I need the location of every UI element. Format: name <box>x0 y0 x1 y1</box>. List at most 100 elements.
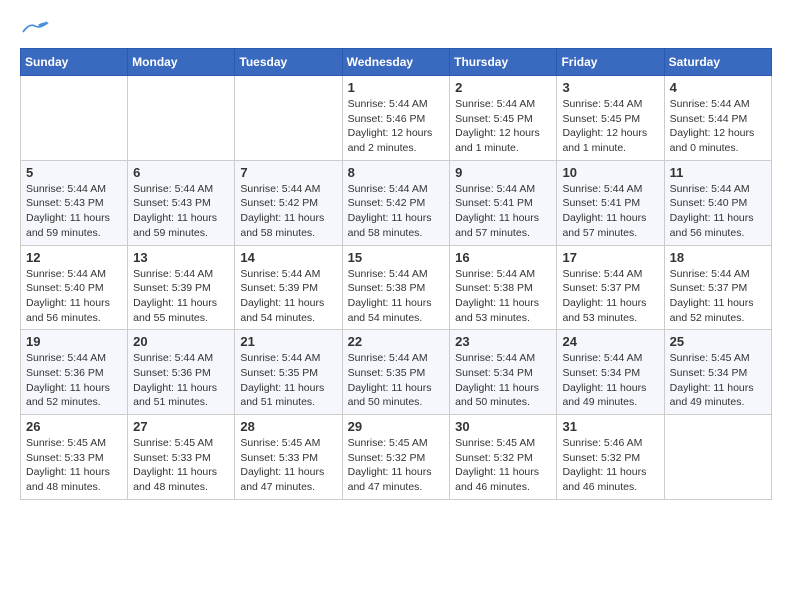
day-number: 13 <box>133 250 229 265</box>
page-header <box>20 20 772 38</box>
day-number: 16 <box>455 250 551 265</box>
calendar-cell: 19 Sunrise: 5:44 AM Sunset: 5:36 PM Dayli… <box>21 330 128 415</box>
calendar-cell: 5 Sunrise: 5:44 AM Sunset: 5:43 PM Daylig… <box>21 160 128 245</box>
calendar-cell: 1 Sunrise: 5:44 AM Sunset: 5:46 PM Daylig… <box>342 76 450 161</box>
calendar-cell: 25 Sunrise: 5:45 AM Sunset: 5:34 PM Dayli… <box>664 330 771 415</box>
day-info: Sunrise: 5:45 AM Sunset: 5:32 PM Dayligh… <box>455 436 551 495</box>
day-number: 6 <box>133 165 229 180</box>
day-info: Sunrise: 5:44 AM Sunset: 5:39 PM Dayligh… <box>240 267 336 326</box>
calendar-cell: 31 Sunrise: 5:46 AM Sunset: 5:32 PM Dayli… <box>557 415 664 500</box>
day-number: 10 <box>562 165 658 180</box>
day-info: Sunrise: 5:44 AM Sunset: 5:45 PM Dayligh… <box>455 97 551 156</box>
calendar-cell: 7 Sunrise: 5:44 AM Sunset: 5:42 PM Daylig… <box>235 160 342 245</box>
day-number: 11 <box>670 165 766 180</box>
day-number: 22 <box>348 334 445 349</box>
day-number: 1 <box>348 80 445 95</box>
weekday-header-thursday: Thursday <box>450 49 557 76</box>
day-info: Sunrise: 5:44 AM Sunset: 5:35 PM Dayligh… <box>240 351 336 410</box>
day-info: Sunrise: 5:44 AM Sunset: 5:43 PM Dayligh… <box>26 182 122 241</box>
day-info: Sunrise: 5:44 AM Sunset: 5:41 PM Dayligh… <box>562 182 658 241</box>
calendar-cell: 24 Sunrise: 5:44 AM Sunset: 5:34 PM Dayli… <box>557 330 664 415</box>
day-number: 30 <box>455 419 551 434</box>
day-info: Sunrise: 5:44 AM Sunset: 5:46 PM Dayligh… <box>348 97 445 156</box>
day-number: 12 <box>26 250 122 265</box>
calendar-cell: 15 Sunrise: 5:44 AM Sunset: 5:38 PM Dayli… <box>342 245 450 330</box>
day-info: Sunrise: 5:45 AM Sunset: 5:33 PM Dayligh… <box>26 436 122 495</box>
day-info: Sunrise: 5:44 AM Sunset: 5:34 PM Dayligh… <box>562 351 658 410</box>
weekday-header-monday: Monday <box>128 49 235 76</box>
day-info: Sunrise: 5:45 AM Sunset: 5:34 PM Dayligh… <box>670 351 766 410</box>
day-info: Sunrise: 5:44 AM Sunset: 5:35 PM Dayligh… <box>348 351 445 410</box>
calendar-cell: 10 Sunrise: 5:44 AM Sunset: 5:41 PM Dayli… <box>557 160 664 245</box>
day-number: 31 <box>562 419 658 434</box>
calendar-cell: 3 Sunrise: 5:44 AM Sunset: 5:45 PM Daylig… <box>557 76 664 161</box>
calendar-cell: 6 Sunrise: 5:44 AM Sunset: 5:43 PM Daylig… <box>128 160 235 245</box>
day-number: 15 <box>348 250 445 265</box>
day-number: 7 <box>240 165 336 180</box>
calendar-cell: 21 Sunrise: 5:44 AM Sunset: 5:35 PM Dayli… <box>235 330 342 415</box>
day-number: 14 <box>240 250 336 265</box>
calendar-cell <box>664 415 771 500</box>
day-number: 28 <box>240 419 336 434</box>
calendar-cell: 16 Sunrise: 5:44 AM Sunset: 5:38 PM Dayli… <box>450 245 557 330</box>
calendar-cell: 8 Sunrise: 5:44 AM Sunset: 5:42 PM Daylig… <box>342 160 450 245</box>
calendar-cell <box>235 76 342 161</box>
weekday-header-saturday: Saturday <box>664 49 771 76</box>
calendar-cell: 17 Sunrise: 5:44 AM Sunset: 5:37 PM Dayli… <box>557 245 664 330</box>
day-number: 20 <box>133 334 229 349</box>
day-number: 25 <box>670 334 766 349</box>
calendar-cell <box>128 76 235 161</box>
day-info: Sunrise: 5:46 AM Sunset: 5:32 PM Dayligh… <box>562 436 658 495</box>
calendar-cell: 9 Sunrise: 5:44 AM Sunset: 5:41 PM Daylig… <box>450 160 557 245</box>
weekday-header-wednesday: Wednesday <box>342 49 450 76</box>
day-number: 21 <box>240 334 336 349</box>
day-number: 29 <box>348 419 445 434</box>
calendar-cell: 2Sunrise: 5:44 AM Sunset: 5:45 PM Daylig… <box>450 76 557 161</box>
day-info: Sunrise: 5:45 AM Sunset: 5:32 PM Dayligh… <box>348 436 445 495</box>
day-number: 26 <box>26 419 122 434</box>
calendar-cell: 12 Sunrise: 5:44 AM Sunset: 5:40 PM Dayli… <box>21 245 128 330</box>
day-info: Sunrise: 5:44 AM Sunset: 5:36 PM Dayligh… <box>26 351 122 410</box>
calendar-cell: 4 Sunrise: 5:44 AM Sunset: 5:44 PM Daylig… <box>664 76 771 161</box>
day-info: Sunrise: 5:45 AM Sunset: 5:33 PM Dayligh… <box>133 436 229 495</box>
day-number: 19 <box>26 334 122 349</box>
day-info: Sunrise: 5:45 AM Sunset: 5:33 PM Dayligh… <box>240 436 336 495</box>
calendar-cell: 13Sunrise: 5:44 AM Sunset: 5:39 PM Dayli… <box>128 245 235 330</box>
calendar-cell: 20Sunrise: 5:44 AM Sunset: 5:36 PM Dayli… <box>128 330 235 415</box>
logo <box>20 20 54 38</box>
day-number: 5 <box>26 165 122 180</box>
day-info: Sunrise: 5:44 AM Sunset: 5:42 PM Dayligh… <box>348 182 445 241</box>
calendar-cell: 29 Sunrise: 5:45 AM Sunset: 5:32 PM Dayli… <box>342 415 450 500</box>
day-info: Sunrise: 5:44 AM Sunset: 5:37 PM Dayligh… <box>562 267 658 326</box>
day-info: Sunrise: 5:44 AM Sunset: 5:44 PM Dayligh… <box>670 97 766 156</box>
weekday-header-sunday: Sunday <box>21 49 128 76</box>
day-info: Sunrise: 5:44 AM Sunset: 5:43 PM Dayligh… <box>133 182 229 241</box>
calendar-cell: 18 Sunrise: 5:44 AM Sunset: 5:37 PM Dayli… <box>664 245 771 330</box>
day-info: Sunrise: 5:44 AM Sunset: 5:45 PM Dayligh… <box>562 97 658 156</box>
calendar-cell: 11Sunrise: 5:44 AM Sunset: 5:40 PM Dayli… <box>664 160 771 245</box>
day-info: Sunrise: 5:44 AM Sunset: 5:38 PM Dayligh… <box>455 267 551 326</box>
calendar-cell: 28 Sunrise: 5:45 AM Sunset: 5:33 PM Dayli… <box>235 415 342 500</box>
day-number: 3 <box>562 80 658 95</box>
calendar-table: SundayMondayTuesdayWednesdayThursdayFrid… <box>20 48 772 500</box>
calendar-cell: 30 Sunrise: 5:45 AM Sunset: 5:32 PM Dayli… <box>450 415 557 500</box>
calendar-cell: 27 Sunrise: 5:45 AM Sunset: 5:33 PM Dayli… <box>128 415 235 500</box>
day-number: 18 <box>670 250 766 265</box>
day-info: Sunrise: 5:44 AM Sunset: 5:40 PM Dayligh… <box>26 267 122 326</box>
day-number: 4 <box>670 80 766 95</box>
day-info: Sunrise: 5:44 AM Sunset: 5:38 PM Dayligh… <box>348 267 445 326</box>
day-info: Sunrise: 5:44 AM Sunset: 5:41 PM Dayligh… <box>455 182 551 241</box>
day-info: Sunrise: 5:44 AM Sunset: 5:42 PM Dayligh… <box>240 182 336 241</box>
logo-icon <box>20 20 50 38</box>
day-number: 8 <box>348 165 445 180</box>
calendar-cell <box>21 76 128 161</box>
day-number: 9 <box>455 165 551 180</box>
calendar-cell: 14 Sunrise: 5:44 AM Sunset: 5:39 PM Dayli… <box>235 245 342 330</box>
day-info: Sunrise: 5:44 AM Sunset: 5:34 PM Dayligh… <box>455 351 551 410</box>
day-number: 17 <box>562 250 658 265</box>
calendar-cell: 26 Sunrise: 5:45 AM Sunset: 5:33 PM Dayli… <box>21 415 128 500</box>
day-info: Sunrise: 5:44 AM Sunset: 5:37 PM Dayligh… <box>670 267 766 326</box>
calendar-cell: 23Sunrise: 5:44 AM Sunset: 5:34 PM Dayli… <box>450 330 557 415</box>
day-number: 27 <box>133 419 229 434</box>
day-number: 24 <box>562 334 658 349</box>
